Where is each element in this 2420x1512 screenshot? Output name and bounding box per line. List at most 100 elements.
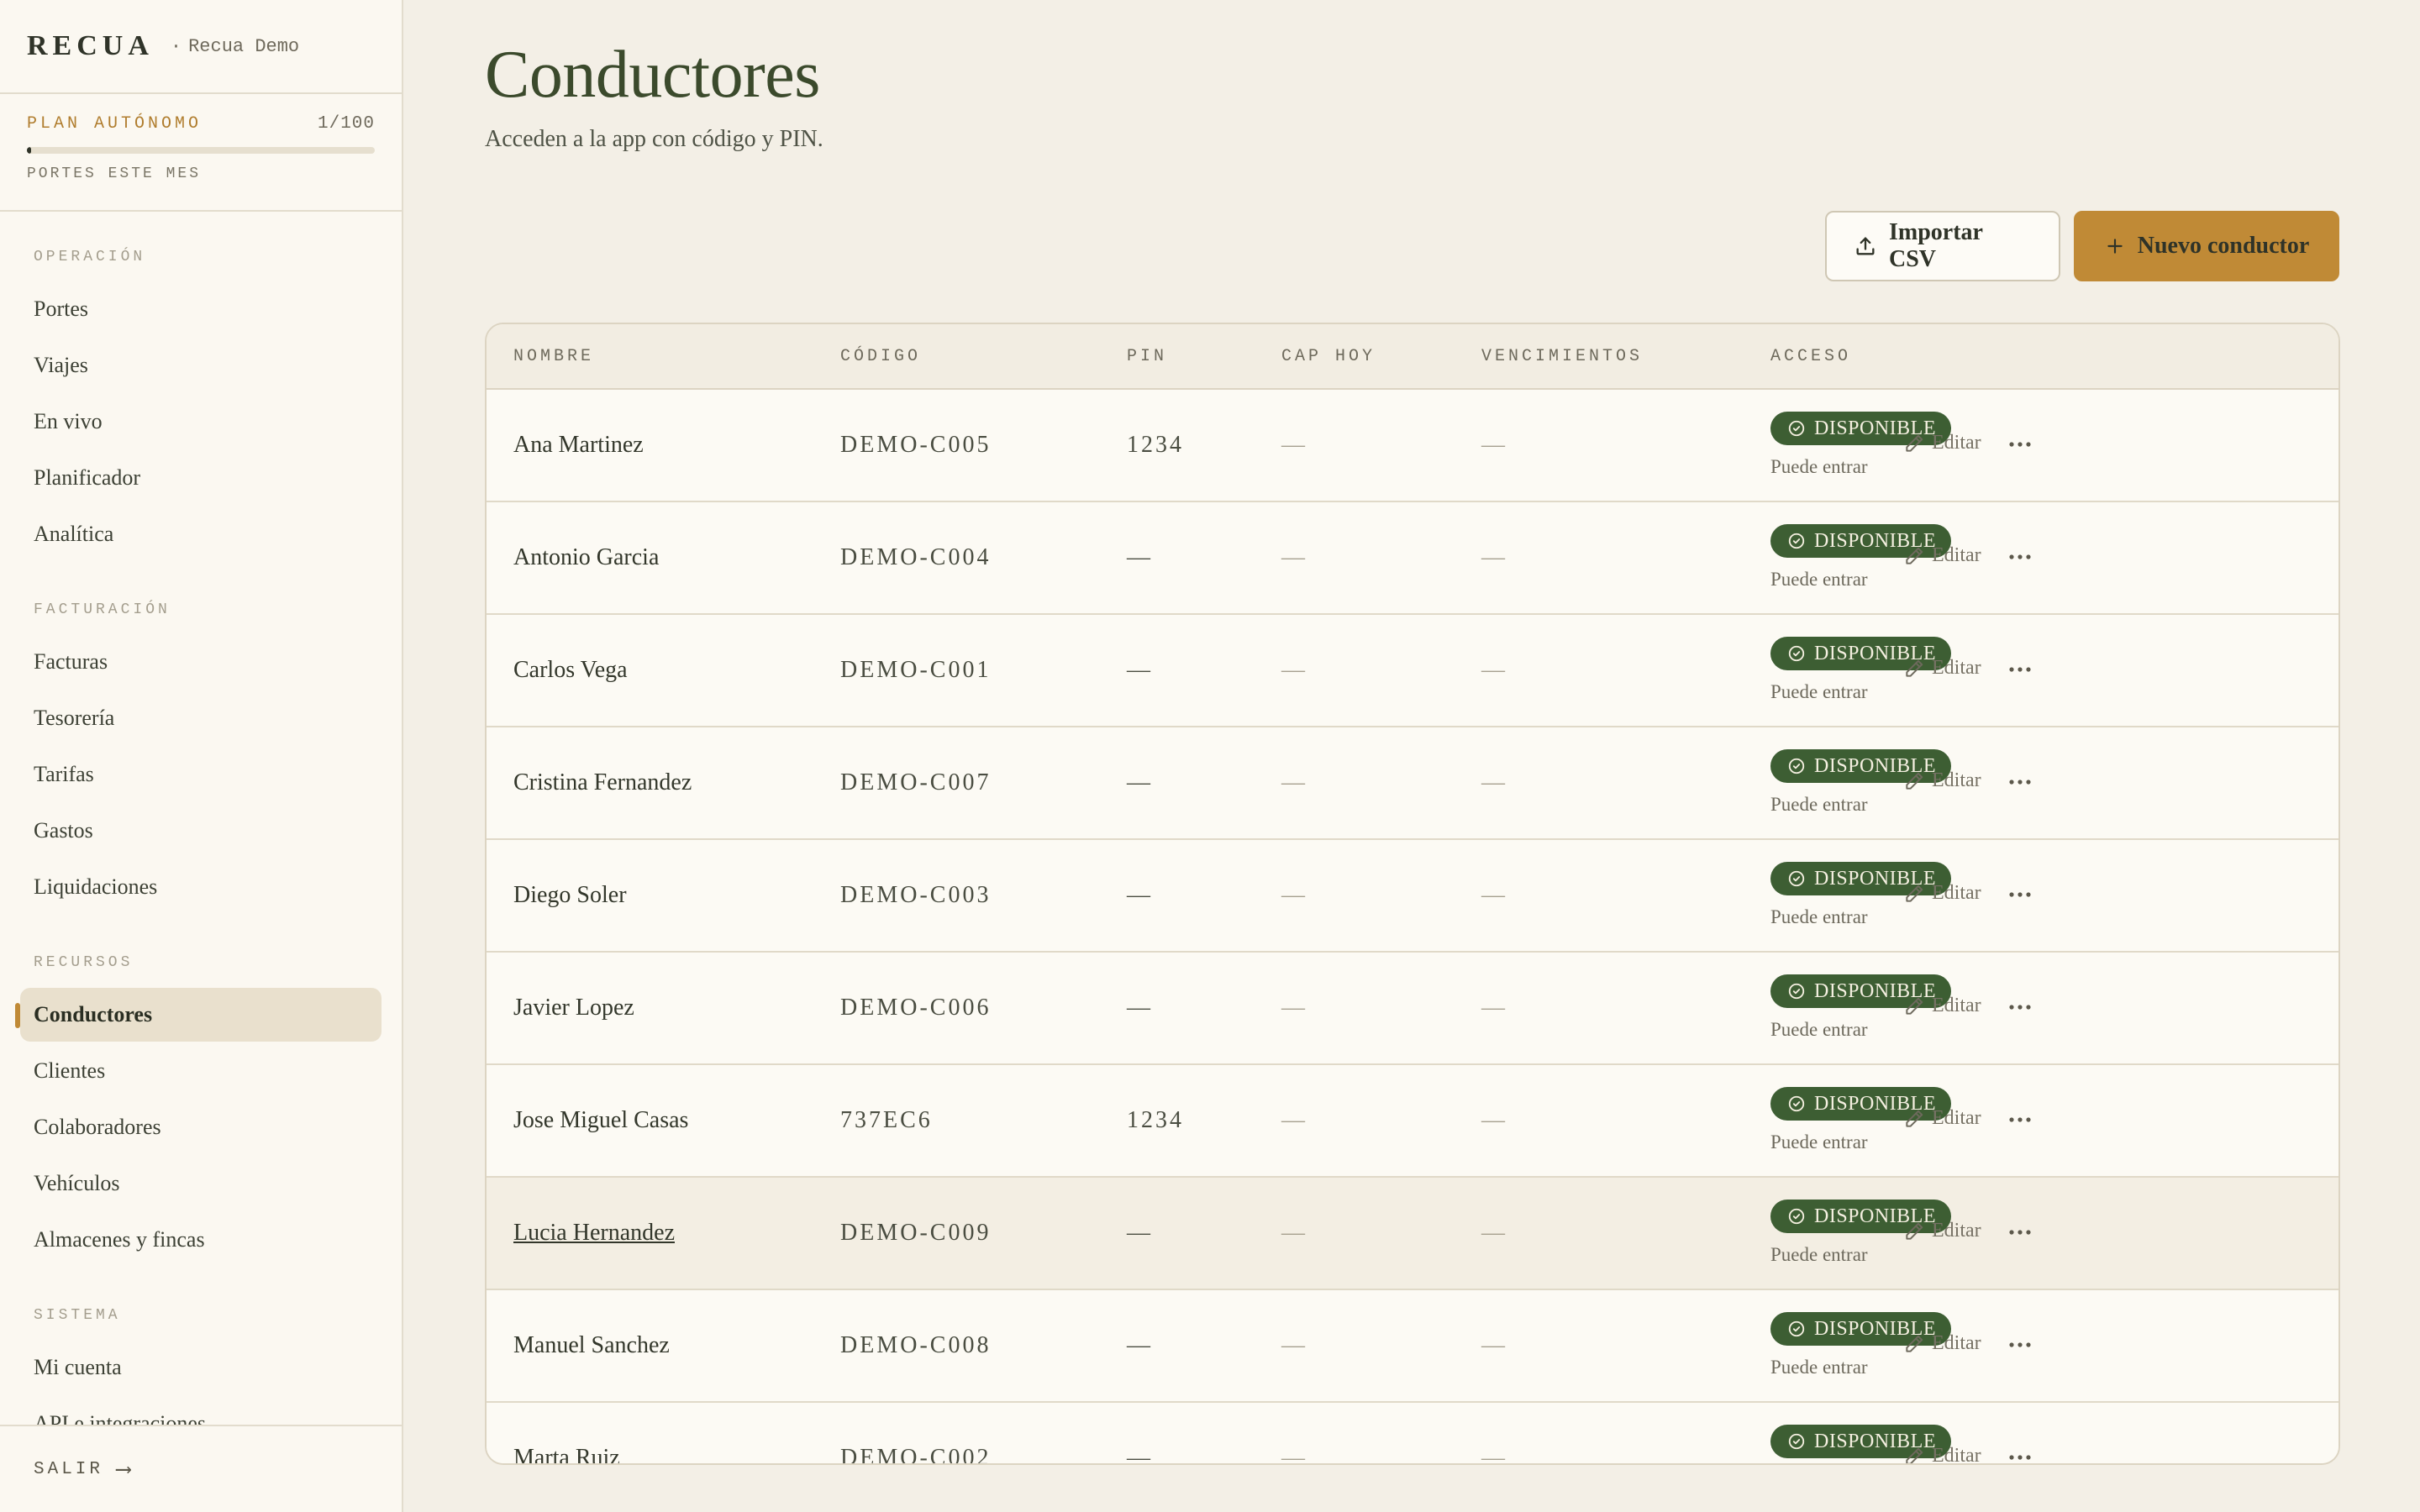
sidebar-item-conductores[interactable]: Conductores <box>15 988 381 1042</box>
driver-name[interactable]: Ana Martinez <box>513 432 644 459</box>
header-pin[interactable]: PIN <box>1127 347 1167 366</box>
table-row[interactable]: Javier Lopez DEMO-C006— — — DISPONIBLE Puede … <box>487 953 2338 1065</box>
driver-pin: — <box>1127 657 1153 683</box>
driver-name[interactable]: Antonio Garcia <box>513 544 659 571</box>
page-subtitle: Acceden a la app con código y PIN. <box>485 126 823 152</box>
edit-button[interactable]: Editar <box>1903 1445 1981 1463</box>
sidebar-item-facturas[interactable]: Facturas <box>20 635 381 689</box>
access-note: Puede entrar <box>1770 1357 1868 1378</box>
sidebar-item-viajes[interactable]: Viajes <box>20 339 381 392</box>
more-options-button[interactable] <box>2007 657 2033 682</box>
plan-progress-bar <box>27 147 375 154</box>
brand-header: RECUA · Recua Demo <box>0 0 402 94</box>
driver-pin: — <box>1127 544 1153 570</box>
sidebar-item-liquidaciones[interactable]: Liquidaciones <box>20 860 381 914</box>
driver-name[interactable]: Manuel Sanchez <box>513 1332 670 1359</box>
plan-count: 1/100 <box>317 114 375 134</box>
driver-cap-hoy: — <box>1281 432 1305 458</box>
driver-code: 737EC6 <box>840 1107 933 1133</box>
access-note: Puede entrar <box>1770 1244 1868 1265</box>
driver-code: DEMO-C007 <box>840 769 992 795</box>
driver-vencimientos: — <box>1481 1332 1505 1358</box>
driver-name[interactable]: Diego Soler <box>513 882 627 909</box>
table-row[interactable]: Manuel Sanchez DEMO-C008— — — DISPONIBLE Pued… <box>487 1290 2338 1403</box>
edit-label: Editar <box>1932 769 1981 791</box>
sidebar-item-almacenes-y-fincas[interactable]: Almacenes y fincas <box>20 1213 381 1267</box>
table-row[interactable]: Carlos Vega DEMO-C001— — — DISPONIBLE Puede e… <box>487 615 2338 727</box>
sidebar-item-tarifas[interactable]: Tarifas <box>20 748 381 801</box>
pencil-icon <box>1903 1221 1925 1242</box>
access-note: Puede entrar <box>1770 681 1868 702</box>
table-row[interactable]: Jose Miguel Casas 737EC6 1234— — DISPONIBLE P… <box>487 1065 2338 1178</box>
header-nombre[interactable]: NOMBRE <box>513 347 594 366</box>
header-acceso[interactable]: ACCESO <box>1770 347 1851 366</box>
header-codigo[interactable]: CÓDIGO <box>840 347 921 366</box>
driver-name[interactable]: Cristina Fernandez <box>513 769 692 796</box>
sidebar-item-tesoreria[interactable]: Tesorería <box>20 691 381 745</box>
sidebar-item-portes[interactable]: Portes <box>20 282 381 336</box>
access-note: Puede entrar <box>1770 456 1868 477</box>
driver-pin: 1234 <box>1127 432 1184 458</box>
driver-name[interactable]: Carlos Vega <box>513 657 628 684</box>
edit-button[interactable]: Editar <box>1903 657 1981 680</box>
driver-name[interactable]: Javier Lopez <box>513 995 634 1021</box>
table-row[interactable]: Diego Soler DEMO-C003— — — DISPONIBLE Puede e… <box>487 840 2338 953</box>
driver-vencimientos: — <box>1481 657 1505 683</box>
sidebar-item-vehiculos[interactable]: Vehículos <box>20 1157 381 1210</box>
table-row[interactable]: Lucia Hernandez DEMO-C009— — — DISPONIBLE Pue… <box>487 1178 2338 1290</box>
more-options-button[interactable] <box>2007 882 2033 907</box>
edit-button[interactable]: Editar <box>1903 1332 1981 1355</box>
sidebar-item-en-vivo[interactable]: En vivo <box>20 395 381 449</box>
table-row[interactable]: Cristina Fernandez DEMO-C007— — — DISPONIBLE… <box>487 727 2338 840</box>
more-horizontal-icon <box>2008 1116 2032 1123</box>
logout-button[interactable]: SALIR ⟶ <box>0 1425 402 1512</box>
edit-button[interactable]: Editar <box>1903 769 1981 792</box>
brand-separator: · <box>170 35 182 57</box>
driver-code: DEMO-C005 <box>840 432 992 458</box>
sidebar-item-gastos[interactable]: Gastos <box>20 804 381 858</box>
edit-button[interactable]: Editar <box>1903 544 1981 567</box>
access-note: Puede entrar <box>1770 1019 1868 1040</box>
more-options-button[interactable] <box>2007 1107 2033 1132</box>
more-options-button[interactable] <box>2007 432 2033 457</box>
more-options-button[interactable] <box>2007 769 2033 795</box>
more-options-button[interactable] <box>2007 544 2033 570</box>
driver-cap-hoy: — <box>1281 995 1305 1021</box>
brand-logo[interactable]: RECUA <box>27 30 154 62</box>
more-options-button[interactable] <box>2007 995 2033 1020</box>
import-csv-button[interactable]: Importar CSV <box>1825 211 2060 281</box>
sidebar-item-colaboradores[interactable]: Colaboradores <box>20 1100 381 1154</box>
check-circle-icon <box>1787 869 1806 888</box>
driver-vencimientos: — <box>1481 769 1505 795</box>
edit-button[interactable]: Editar <box>1903 1107 1981 1130</box>
more-options-button[interactable] <box>2007 1332 2033 1357</box>
driver-code: DEMO-C009 <box>840 1220 992 1246</box>
driver-vencimientos: — <box>1481 882 1505 908</box>
sidebar-item-clientes[interactable]: Clientes <box>20 1044 381 1098</box>
driver-code: DEMO-C004 <box>840 544 992 570</box>
header-cap-hoy[interactable]: CAP HOY <box>1281 347 1376 366</box>
sidebar-item-mi-cuenta[interactable]: Mi cuenta <box>20 1341 381 1394</box>
logout-label: SALIR <box>34 1459 104 1479</box>
new-driver-button[interactable]: Nuevo conductor <box>2074 211 2339 281</box>
header-vencimientos[interactable]: VENCIMIENTOS <box>1481 347 1643 366</box>
driver-cap-hoy: — <box>1281 1220 1305 1246</box>
driver-pin: — <box>1127 1220 1153 1246</box>
table-row[interactable]: Marta RuizDEMO-C002———DISPONIBLEPuede en… <box>487 1403 2338 1463</box>
table-row[interactable]: Antonio Garcia DEMO-C004— — — DISPONIBLE Pued… <box>487 502 2338 615</box>
more-horizontal-icon <box>2008 554 2032 560</box>
driver-name[interactable]: Marta Ruiz <box>513 1445 620 1463</box>
driver-cap-hoy: — <box>1281 1107 1305 1133</box>
edit-button[interactable]: Editar <box>1903 882 1981 905</box>
access-note: Puede entrar <box>1770 794 1868 815</box>
more-options-button[interactable] <box>2007 1445 2033 1463</box>
table-row[interactable]: Ana Martinez DEMO-C005 1234— — DISPONIBLE Pue… <box>487 390 2338 502</box>
more-options-button[interactable] <box>2007 1220 2033 1245</box>
edit-button[interactable]: Editar <box>1903 1220 1981 1242</box>
driver-name[interactable]: Lucia Hernandez <box>513 1220 675 1247</box>
sidebar-item-planificador[interactable]: Planificador <box>20 451 381 505</box>
edit-button[interactable]: Editar <box>1903 995 1981 1017</box>
driver-name[interactable]: Jose Miguel Casas <box>513 1107 688 1134</box>
edit-button[interactable]: Editar <box>1903 432 1981 454</box>
sidebar-item-analitica[interactable]: Analítica <box>20 507 381 561</box>
